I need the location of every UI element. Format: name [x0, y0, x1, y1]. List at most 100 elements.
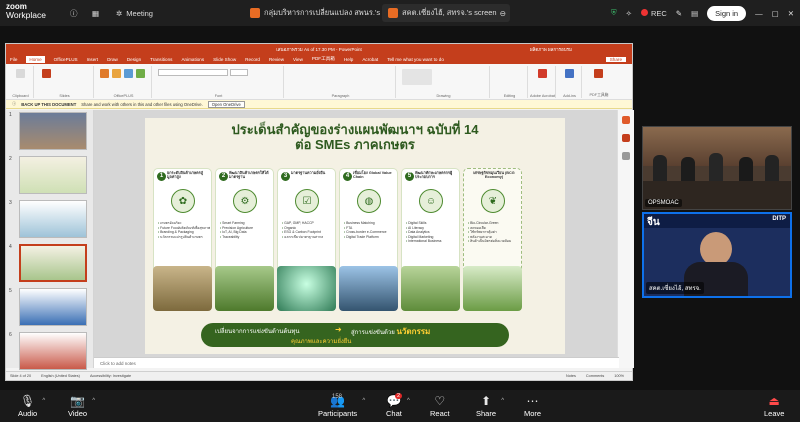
- shield-icon[interactable]: ⛨: [611, 8, 617, 18]
- chevron-up-icon[interactable]: ^: [362, 398, 365, 404]
- language-indicator[interactable]: English (United States): [41, 374, 80, 378]
- tab-screen-2[interactable]: สคต.เซี่ยงไฮ้, สทรจ.'s screen ⊖: [382, 4, 510, 22]
- side-tool-icon[interactable]: [622, 134, 630, 142]
- video-tile-shanghai[interactable]: จีน DITP สคต.เซี่ยงไฮ้, สทรจ.: [642, 212, 792, 298]
- ribbon-group-addins: Add-ins: [558, 66, 582, 98]
- font-family-select[interactable]: [158, 69, 228, 76]
- record-icon: [640, 8, 648, 16]
- chart-icon[interactable]: [124, 69, 133, 78]
- menu-home[interactable]: Home: [26, 55, 45, 63]
- ppt-share-button[interactable]: Share: [605, 56, 626, 62]
- apps-icon[interactable]: ✎: [676, 9, 682, 18]
- checklist-icon: ☑: [295, 189, 319, 213]
- info-icon[interactable]: ⓘ: [64, 4, 84, 22]
- camera-off-icon: 📷: [70, 394, 85, 408]
- ppt-window-title: เสนอภาพรวม As of 17.30 PM - PowerPoint: [276, 46, 362, 52]
- record-button[interactable]: REC: [640, 8, 667, 18]
- ppt-title-bar: เสนอภาพรวม As of 17.30 PM - PowerPoint ผ…: [6, 44, 632, 54]
- ditp-logo: DITP: [772, 216, 786, 222]
- leave-button[interactable]: ⏏ Leave: [764, 394, 784, 418]
- menu-help[interactable]: Help: [344, 57, 353, 62]
- menu-animations[interactable]: Animations: [181, 57, 204, 62]
- right-side-panel: [617, 110, 634, 368]
- notes-pane[interactable]: Click to add notes: [94, 357, 619, 368]
- chevron-up-icon[interactable]: ^: [92, 398, 95, 404]
- participants-button[interactable]: 👥 158 Participants ^: [318, 394, 365, 418]
- image-icon[interactable]: [136, 69, 145, 78]
- ai-icon[interactable]: [100, 69, 109, 78]
- screen-share-icon: [388, 8, 398, 18]
- menu-acrobat[interactable]: Acrobat: [362, 57, 378, 62]
- menu-transitions[interactable]: Transitions: [150, 57, 172, 62]
- create-pdf-icon[interactable]: [538, 69, 547, 78]
- sign-in-button[interactable]: Sign in: [707, 5, 747, 21]
- menu-insert[interactable]: Insert: [87, 57, 99, 62]
- pdf-tools-icon[interactable]: [594, 69, 603, 78]
- chevron-up-icon[interactable]: ^: [501, 398, 504, 404]
- copilot-icon[interactable]: [622, 116, 630, 124]
- close-icon[interactable]: ✕: [788, 9, 794, 18]
- share-button[interactable]: ⬆ Share ^: [476, 394, 504, 418]
- card-bullets: เกษตรอัจฉริยะ Future Food/ผลิตภัณฑ์เพื่อ…: [158, 221, 212, 239]
- tab-meeting[interactable]: ✲ Meeting: [110, 4, 159, 22]
- font-size-select[interactable]: [230, 69, 248, 76]
- paste-icon[interactable]: [16, 69, 25, 78]
- card-bullets: Smart Farming Precision Agriculture IoT,…: [220, 221, 274, 239]
- rec-label: REC: [650, 8, 667, 18]
- chevron-up-icon[interactable]: ^: [42, 398, 45, 404]
- zoom-level[interactable]: 100%: [614, 374, 624, 378]
- sparkle-icon[interactable]: ✧: [626, 9, 632, 18]
- tell-me-search[interactable]: Tell me what you want to do: [387, 57, 444, 62]
- new-slide-icon[interactable]: [42, 69, 51, 78]
- menu-record[interactable]: Record: [245, 57, 260, 62]
- slide-thumbnail[interactable]: [19, 288, 87, 326]
- menu-draw[interactable]: Draw: [107, 57, 118, 62]
- menu-pdf-tools[interactable]: PDF工具箱: [312, 56, 335, 62]
- slide-thumbnail[interactable]: [19, 200, 87, 238]
- hand-plant-photo: [277, 266, 336, 311]
- template-icon[interactable]: [112, 69, 121, 78]
- side-tool-icon[interactable]: [622, 152, 630, 160]
- ppt-status-bar: Slide 4 of 20 English (United States) Ac…: [6, 371, 632, 380]
- menu-slide-show[interactable]: Slide Show: [213, 57, 236, 62]
- accessibility-indicator[interactable]: Accessibility: Investigate: [90, 374, 131, 378]
- message-text: Share and work with others in this and o…: [81, 101, 203, 107]
- menu-design[interactable]: Design: [127, 57, 141, 62]
- menu-file[interactable]: File: [10, 57, 17, 62]
- slide-thumbnail[interactable]: [19, 332, 87, 370]
- card-number: 4: [343, 172, 352, 181]
- minimize-icon[interactable]: —: [755, 9, 763, 18]
- audio-button[interactable]: 🎙 Audio ^: [18, 394, 45, 418]
- menu-view[interactable]: View: [293, 57, 303, 62]
- more-button[interactable]: ⋯ More: [524, 394, 541, 418]
- menu-review[interactable]: Review: [269, 57, 284, 62]
- comments-toggle[interactable]: Comments: [586, 374, 604, 378]
- participant-figure: [765, 155, 779, 181]
- grid-icon[interactable]: ▤: [691, 9, 698, 18]
- zoom-apps-icon[interactable]: ▦: [86, 4, 105, 22]
- slide-editing-canvas[interactable]: ประเด็นสำคัญของร่างแผนพัฒนาฯ ฉบับที่ 14 …: [94, 110, 619, 368]
- mic-muted-icon: 🎙: [19, 394, 36, 408]
- slide-thumbnail[interactable]: [19, 156, 87, 194]
- open-onedrive-button[interactable]: Open OneDrive: [207, 100, 245, 108]
- menu-officeplus[interactable]: OfficePLUS: [54, 57, 78, 62]
- ribbon-group-slides: Slides: [36, 66, 94, 98]
- notes-toggle[interactable]: Notes: [566, 374, 576, 378]
- arrow-icon: ➜: [335, 325, 342, 334]
- chevron-up-icon[interactable]: ^: [407, 398, 410, 404]
- more-icon: ⋯: [526, 394, 539, 408]
- addins-icon[interactable]: [565, 69, 574, 78]
- react-button[interactable]: ♡ React: [430, 394, 450, 418]
- more-icon[interactable]: ⊖: [500, 9, 506, 18]
- shapes-gallery[interactable]: [402, 69, 432, 85]
- chat-button[interactable]: 💬 2 Chat ^: [386, 393, 410, 418]
- slide-thumbnail-selected[interactable]: [19, 244, 87, 282]
- maximize-icon[interactable]: ▢: [772, 9, 779, 18]
- card-bullets: Bio-Circular-Green ลดของเสีย ใช้ทรัพยากร…: [468, 221, 522, 244]
- slide-thumbnail[interactable]: [19, 112, 87, 150]
- video-tile-opsmoac[interactable]: OPSMOAC: [642, 126, 792, 210]
- ribbon-group-font: Font: [154, 66, 284, 98]
- video-button[interactable]: 📷 Video ^: [68, 394, 95, 418]
- current-slide[interactable]: ประเด็นสำคัญของร่างแผนพัฒนาฯ ฉบับที่ 14 …: [145, 118, 565, 354]
- ribbon-group-paragraph: Paragraph: [286, 66, 396, 98]
